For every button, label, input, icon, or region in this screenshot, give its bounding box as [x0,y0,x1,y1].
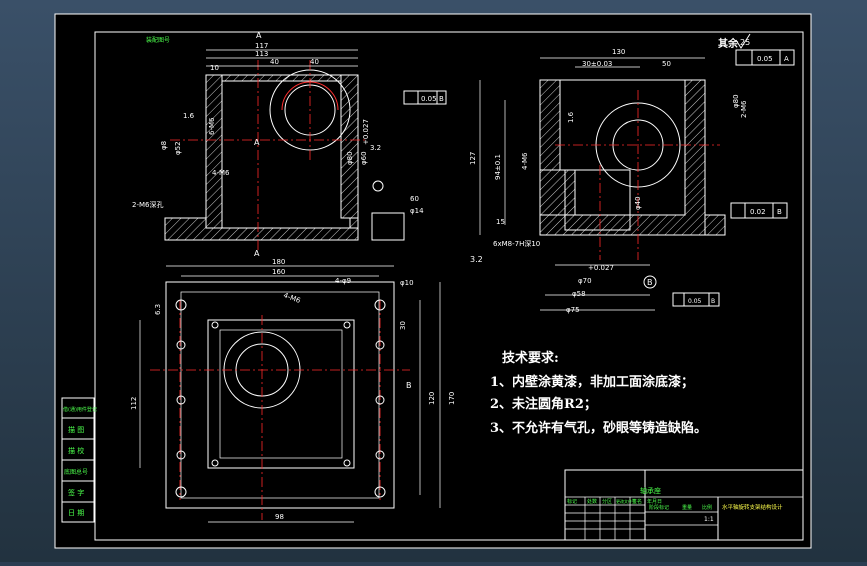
title-drawing-name: 水平轴旋转支架结构设计 [722,503,783,511]
front-tolerance: +0.027 [362,119,370,145]
top-dim-1: 160 [272,268,285,276]
side-datum-b: B [647,278,653,287]
top-dim-10: 6.3 [154,304,162,315]
left-row-1: 描 图 [68,425,84,434]
title-header-4: 签名 [632,498,642,505]
top-dim-2: 4-φ9 [335,277,351,285]
side-dim-16: 1.6 [567,111,575,123]
side-dim-14: φ40 [634,196,642,210]
side-dim-10: +0.027 [588,264,614,272]
top-dim-9: 98 [275,513,284,521]
title-stage-2: 比例 [702,504,712,511]
front-dim-2: 10 [210,64,219,72]
top-left-label: 装配图号 [146,36,170,44]
side-flatness-datum: A [784,55,789,63]
title-stage-1: 重量 [682,504,692,511]
left-row-2: 描 校 [68,446,84,455]
side-dim-4: φ80 [732,94,740,108]
front-dim-0: 117 [255,42,268,50]
front-section-a2: A [254,138,260,147]
front-dim-7: φ8 [160,141,168,150]
side-dim-5: 94±0.1 [494,154,502,180]
side-dim-6: 127 [469,152,477,165]
side-parallel-value: 0.02 [750,208,766,216]
side-dim-2: 50 [662,60,671,68]
front-dim-10: φ14 [410,207,424,215]
left-row-5: 日 期 [68,509,84,517]
title-header-2: 分区 [602,498,612,505]
top-dim-0: 180 [272,258,285,266]
side-dim-15: 3.2 [470,255,483,264]
side-dim-13: φ75 [566,306,580,314]
side-parallel-datum: B [777,208,782,216]
side-dim-11: φ70 [578,277,592,285]
side-dim-9: 6xM8-7H深10 [493,239,540,248]
front-dim-6: φ52 [174,141,182,155]
note-item-2: 2、未注圆角R2； [490,396,597,412]
front-section-a1: A [256,31,262,40]
front-dim-11: 60 [410,195,419,203]
top-section-b: B [406,381,412,390]
side-position-datum: B [711,298,715,305]
left-row-4: 签 字 [68,488,84,497]
front-section-a3: A [254,249,260,258]
side-dim-7: 4-M6 [521,152,529,170]
top-dim-5: 30 [399,321,407,330]
front-dim-14: 1.6 [183,112,195,120]
left-row-3: 底图总号 [64,468,88,476]
cad-window: 其余 25 装配图号 117 113 10 40 40 6-M6 φ52 φ8 … [0,0,867,562]
title-ratio: 1:1 [704,516,714,523]
side-dim-1: 30±0.03 [582,60,612,68]
engineering-drawing: 其余 25 装配图号 117 113 10 40 40 6-M6 φ52 φ8 … [54,13,812,549]
side-position-value: 0.05 [688,298,702,305]
front-dim-1: 113 [255,50,268,58]
front-datum-value: 0.05 [421,95,437,103]
left-row-0: 借(通)用件登记 [63,406,97,413]
side-dim-3: 2-M6 [740,100,748,118]
side-dim-12: φ58 [572,290,586,298]
title-header-0: 标记 [567,498,577,505]
front-dim-4: 40 [310,58,319,66]
title-header-5: 年月日 [647,498,662,505]
top-dim-7: 120 [428,392,436,405]
side-flatness-value: 0.05 [757,55,773,63]
front-dim-8: φ80 [346,151,354,165]
front-dim-9: φ60 [360,151,368,165]
front-dim-15: 3.2 [370,144,381,152]
note-item-1: 1、内壁涂黄漆，非加工面涂底漆； [490,374,694,390]
side-dim-8: 15 [496,218,505,226]
title-stage-0: 阶段标记 [649,504,669,511]
top-dim-8: 170 [448,392,456,405]
top-dim-6: 112 [130,397,138,410]
side-dim-0: 130 [612,48,625,56]
top-dim-4: φ10 [400,279,414,287]
title-header-1: 处数 [587,498,597,505]
front-datum-letter: B [439,95,444,103]
title-part-name: 轴承座 [640,486,661,495]
front-dim-3: 40 [270,58,279,66]
front-dim-5: 6-M6 [208,117,216,135]
note-item-3: 3、不允许有气孔，砂眼等铸造缺陷。 [490,420,707,436]
notes-heading: 技术要求: [502,350,559,366]
corner-mark: 其余 [718,37,739,50]
front-dim-13: 4-M6 [212,169,230,177]
front-dim-12: 2-M6深孔 [132,200,163,209]
